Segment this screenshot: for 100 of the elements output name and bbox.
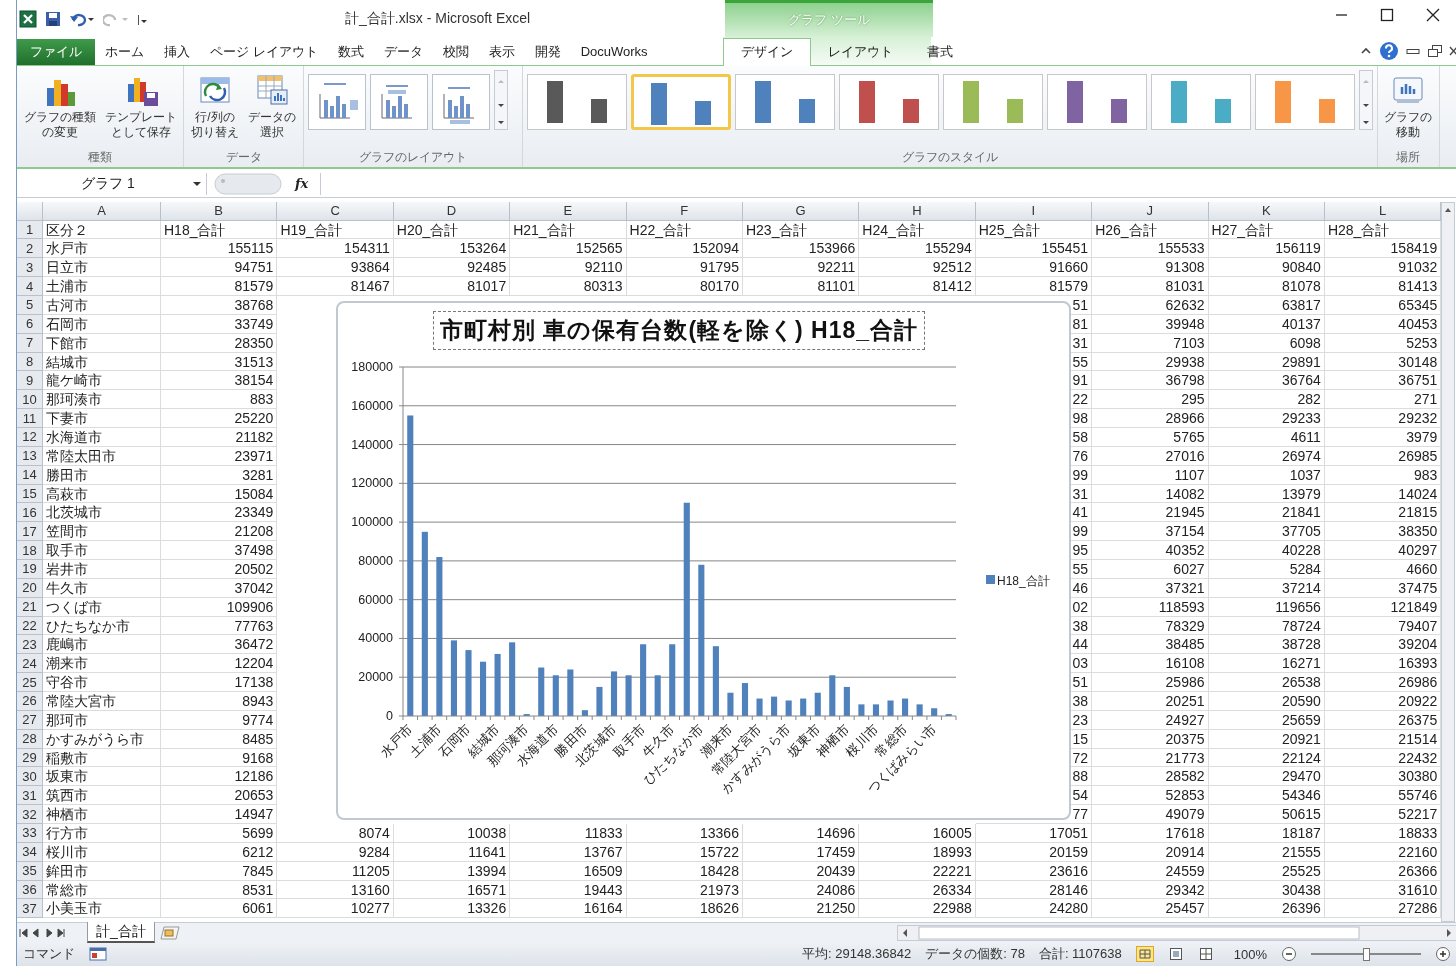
table-cell: 北茨城市 [43,503,161,523]
table-cell: 20159 [975,842,1093,862]
table-cell: 5699 [161,824,278,843]
table-cell: 24927 [1092,710,1209,730]
table-cell: H26_合計 [1092,220,1209,240]
table-cell: 62632 [1092,295,1209,315]
table-cell: 21841 [1208,503,1325,523]
table-cell: 25659 [1208,710,1325,730]
table-cell: 30438 [1208,880,1325,900]
table-cell: 24280 [975,899,1093,919]
table-cell: 11641 [393,842,511,862]
group-label: データ [224,149,263,167]
axis-tick-label: 20000 [358,669,393,684]
table-cell: 21945 [1092,503,1209,523]
table-cell: 20375 [1092,729,1209,749]
table-cell: 295 [1092,390,1209,410]
table-cell: 9168 [161,748,278,768]
table-cell: 25457 [1092,899,1209,919]
table-cell: 26334 [859,880,976,900]
table-cell: 28582 [1092,767,1209,787]
table-cell: 37042 [161,578,278,598]
group-label: グラフのスタイル [900,149,999,167]
group-label: 場所 [1395,149,1422,167]
table-cell: 4611 [1208,427,1325,447]
table-cell: つくば市 [43,597,161,617]
table-cell: 155533 [1092,239,1209,259]
table-cell: 17618 [1092,824,1209,843]
table-cell: 39948 [1092,314,1209,334]
table-cell: 5765 [1092,427,1209,447]
window-title: 計_合計.xlsx - Microsoft Excel [344,8,532,28]
table-cell: 91660 [975,258,1093,278]
table-cell: 156119 [1208,239,1325,259]
table-cell: 桜川市 [43,842,161,862]
table-cell: 5284 [1208,559,1325,579]
status-sum: 合計: 1107638 [1038,945,1122,964]
table-cell: 21250 [742,899,860,919]
table-cell: 92512 [859,258,976,278]
table-cell: 7103 [1092,333,1209,353]
table-cell: 11205 [277,861,394,881]
table-cell: 下妻市 [43,409,161,428]
table-cell: 6098 [1208,333,1325,353]
table-cell: 118593 [1092,597,1209,617]
table-cell: H27_合計 [1208,220,1325,240]
axis-tick-label: 40000 [358,631,393,646]
table-cell: 94751 [161,258,278,278]
table-cell: 29938 [1092,352,1209,372]
table-cell: 81467 [277,277,394,296]
table-cell: H23_合計 [742,220,860,240]
table-cell: H24_合計 [859,220,976,240]
table-cell: 38728 [1208,635,1325,655]
axis-tick-label: 120000 [351,475,393,490]
table-cell: 20590 [1208,692,1325,711]
table-cell: 8943 [161,692,278,711]
table-cell: 鹿嶋市 [43,635,161,655]
axis-tick-label: 180000 [351,359,393,374]
table-cell: 土浦市 [43,277,161,296]
mode-indicator: コマンド [23,945,75,964]
table-cell: 16108 [1092,654,1209,674]
table-cell: 80170 [626,277,743,296]
table-cell: 13767 [510,842,627,862]
table-cell: 9774 [161,710,278,730]
table-cell: 26538 [1208,673,1325,692]
table-cell: H21_合計 [510,220,627,240]
table-cell: 54346 [1208,786,1325,806]
table-cell: 25220 [161,409,278,428]
table-cell: 37705 [1208,522,1325,542]
table-cell: 23616 [975,861,1093,881]
axis-tick-label: 160000 [351,398,393,413]
table-cell: 15722 [626,842,743,862]
table-cell: 49079 [1092,805,1209,824]
table-cell: 81579 [975,277,1093,296]
table-cell: 37214 [1208,578,1325,598]
table-cell: 153966 [742,239,860,259]
axis-tick-label: 0 [386,708,393,723]
table-cell: 12186 [161,767,278,787]
table-cell: 78329 [1092,616,1209,636]
table-cell: H22_合計 [626,220,743,240]
table-cell: 18626 [626,899,743,919]
table-cell: 153264 [393,239,511,259]
table-cell: 16509 [510,861,627,881]
table-cell: 37154 [1092,522,1209,542]
table-cell: 28146 [975,880,1093,900]
table-cell: 結城市 [43,352,161,372]
table-cell: 14082 [1092,484,1209,504]
table-cell: 15084 [161,484,278,504]
status-count: データの個数: 78 [925,945,1025,964]
table-cell: 13994 [393,861,511,881]
group-label: グラフのレイアウト [357,149,468,167]
table-cell: 282 [1208,390,1325,410]
table-cell: 18428 [626,861,743,881]
table-cell: 20251 [1092,692,1209,711]
table-cell: 10277 [277,899,394,919]
table-cell: 12204 [161,654,278,674]
table-cell: 笠間市 [43,522,161,542]
table-cell: 21973 [626,880,743,900]
table-cell: 38485 [1092,635,1209,655]
axis-tick-label: 100000 [351,514,393,529]
axis-tick-label: 140000 [351,437,393,452]
table-cell: 26974 [1208,446,1325,466]
table-cell: 38154 [161,371,278,391]
